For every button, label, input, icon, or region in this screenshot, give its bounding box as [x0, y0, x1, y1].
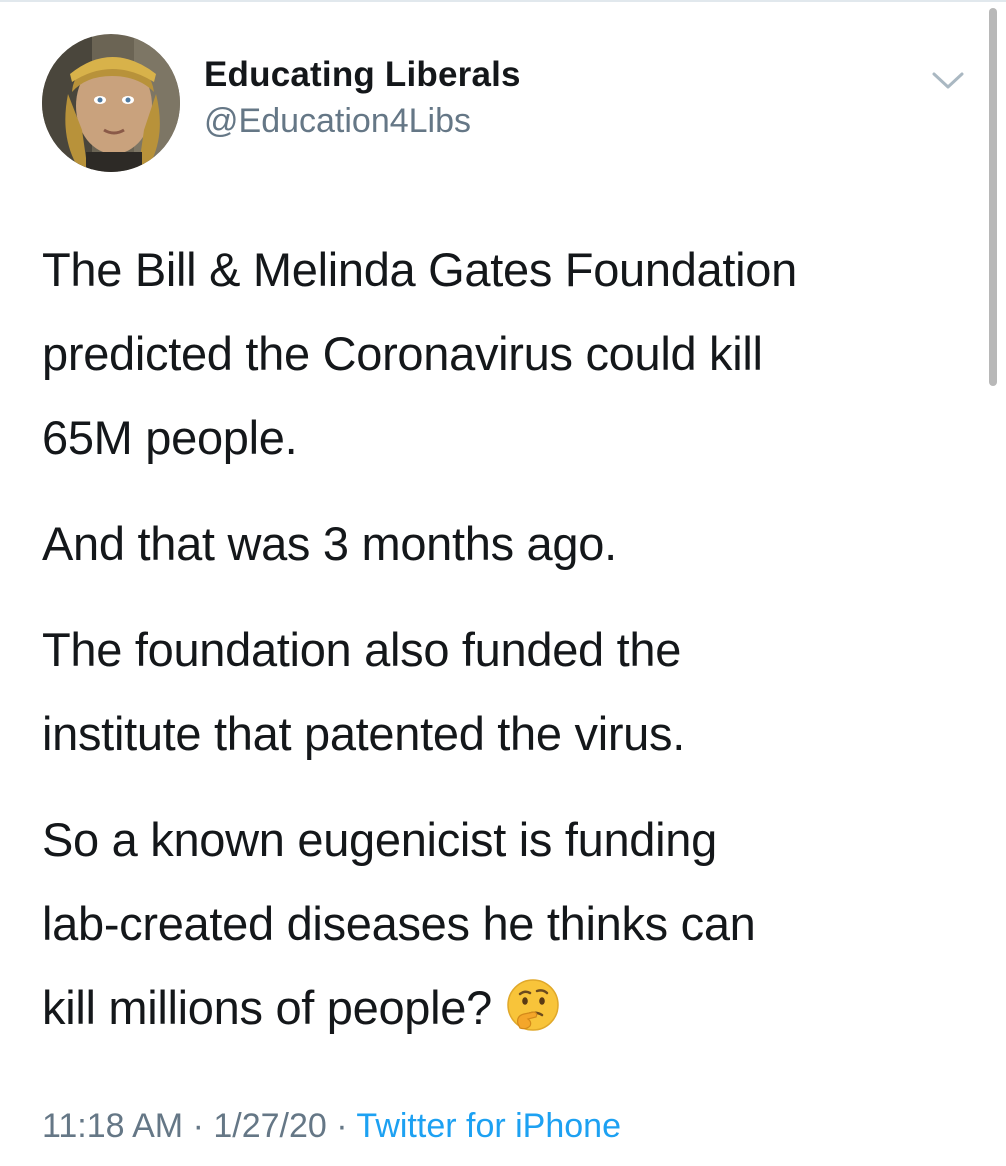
- tweet-line: predicted the Coronavirus could kill: [42, 327, 763, 380]
- meta-separator: ·: [183, 1107, 214, 1145]
- tweet-timestamp: 11:18 AM · 1/27/20 · Twitter for iPhone: [42, 1102, 621, 1150]
- avatar-image: [42, 34, 180, 172]
- tweet-header: Educating Liberals @Education4Libs: [42, 34, 972, 174]
- tweet-time[interactable]: 11:18 AM: [42, 1107, 183, 1145]
- avatar[interactable]: [42, 34, 180, 172]
- user-info: Educating Liberals @Education4Libs: [204, 54, 521, 142]
- tweet-line: lab-created diseases he thinks can: [42, 897, 756, 950]
- tweet-line-last: kill millions of people?: [42, 966, 962, 1050]
- tweet-line-text: kill millions of people?: [42, 981, 492, 1034]
- thinking-face-emoji: [506, 974, 560, 1031]
- tweet-source-link[interactable]: Twitter for iPhone: [356, 1107, 621, 1145]
- tweet-line: institute that patented the virus.: [42, 707, 685, 760]
- tweet-line: So a known eugenicist is funding: [42, 813, 717, 866]
- tweet-text: The Bill & Melinda Gates Foundation pred…: [42, 228, 962, 1050]
- tweet-paragraph: And that was 3 months ago.: [42, 502, 962, 586]
- tweet-paragraph: The foundation also funded the institute…: [42, 608, 962, 776]
- user-handle[interactable]: @Education4Libs: [204, 100, 521, 142]
- tweet-line: The foundation also funded the: [42, 623, 682, 676]
- tweet-line: And that was 3 months ago.: [42, 517, 617, 570]
- tweet-paragraph: So a known eugenicist is funding lab-cre…: [42, 798, 962, 1050]
- tweet-paragraph: The Bill & Melinda Gates Foundation pred…: [42, 228, 962, 480]
- tweet-date[interactable]: 1/27/20: [213, 1107, 326, 1145]
- display-name[interactable]: Educating Liberals: [204, 54, 521, 96]
- tweet-line: 65M people.: [42, 411, 298, 464]
- meta-separator: ·: [326, 1107, 357, 1145]
- chevron-down-icon[interactable]: [930, 68, 966, 92]
- top-divider: [0, 0, 1006, 2]
- scrollbar[interactable]: [989, 8, 997, 386]
- tweet-line: The Bill & Melinda Gates Foundation: [42, 243, 797, 296]
